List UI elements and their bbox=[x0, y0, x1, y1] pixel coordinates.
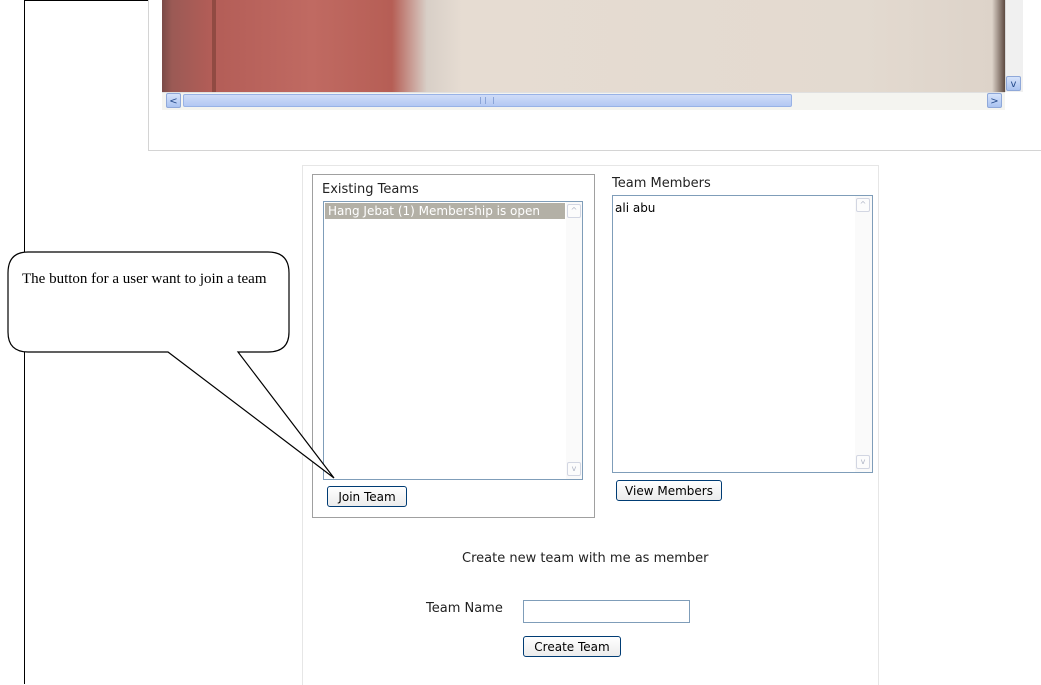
callout-text: The button for a user want to join a tea… bbox=[22, 271, 267, 287]
callout-bubble bbox=[7, 251, 335, 479]
